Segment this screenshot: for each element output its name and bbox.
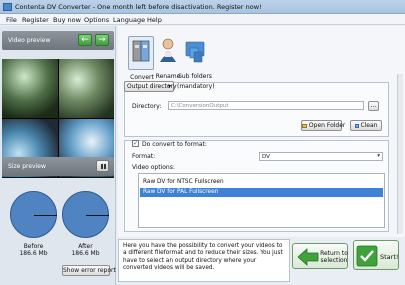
before-size-pie — [10, 191, 57, 238]
format-select[interactable]: DV ▾ — [259, 152, 383, 161]
pie-hand — [86, 215, 109, 216]
folder-icon — [302, 123, 307, 128]
size-preview-label: Size preview — [8, 163, 46, 170]
arrow-right-icon: → — [98, 35, 106, 45]
menu-help[interactable]: Help — [147, 16, 162, 24]
menu-language[interactable]: Language — [113, 16, 145, 24]
title-bar: Contenta DV Converter - One month left b… — [0, 0, 405, 14]
pause-button[interactable] — [96, 160, 109, 172]
video-frame — [58, 59, 114, 118]
convert-format-label: Do convert to format: — [142, 141, 207, 148]
video-preview-header: Video preview ← → — [2, 31, 114, 50]
clean-icon — [354, 123, 359, 128]
before-label: Before — [23, 243, 44, 250]
format-label: Format: — [132, 153, 156, 160]
subfolders-tool-button[interactable]: Sub folders — [178, 36, 212, 80]
convert-tool-button[interactable]: Convert — [128, 36, 154, 81]
vertical-scrollbar[interactable] — [397, 74, 403, 234]
menu-options[interactable]: Options — [84, 16, 109, 24]
open-folder-label: Open Folder — [308, 122, 346, 129]
directory-label: Directory: — [132, 103, 162, 110]
before-value: 186.6 Mb — [19, 250, 48, 257]
video-frame — [2, 59, 58, 118]
list-item[interactable]: Raw DV for PAL Fullscreen — [140, 188, 383, 197]
rename-icon — [160, 38, 176, 62]
window-title: Contenta DV Converter - One month left b… — [15, 3, 262, 11]
subfolders-tool-label: Sub folders — [178, 73, 212, 80]
start-button[interactable]: Start! — [353, 240, 399, 270]
prev-arrow-button[interactable]: ← — [78, 34, 92, 46]
convert-icon — [132, 40, 150, 62]
left-panel: Video preview ← → Size preview Before 18… — [0, 26, 116, 285]
after-size-pie — [62, 191, 109, 238]
subfolders-icon — [185, 41, 205, 63]
size-preview-header: Size preview — [2, 157, 114, 176]
format-select-value: DV — [262, 154, 270, 160]
video-options-label: Video options: — [132, 164, 175, 171]
return-label: Return to selection — [320, 250, 348, 264]
show-error-report-button[interactable]: Show error report — [62, 265, 116, 276]
checkmark-icon — [356, 245, 378, 267]
clean-label: Clean — [360, 122, 378, 129]
after-label: After — [78, 243, 93, 250]
next-arrow-button[interactable]: → — [95, 34, 109, 46]
main-panel: Convert Rename Sub folders Output direct… — [118, 26, 405, 237]
chevron-down-icon: ▾ — [167, 83, 171, 90]
pie-hand — [34, 215, 57, 216]
video-options-list: Raw DV for NTSC Fullscreen Raw DV for PA… — [138, 173, 385, 228]
menu-file[interactable]: File — [6, 16, 17, 24]
menu-bar: File Register Buy now Options Language H… — [0, 14, 405, 25]
menu-register[interactable]: Register — [22, 16, 49, 24]
info-text: Here you have the possibility to convert… — [118, 239, 290, 282]
video-preview-label: Video preview — [8, 37, 51, 44]
return-to-selection-button[interactable]: Return to selection — [292, 243, 348, 269]
open-folder-button[interactable]: Open Folder — [301, 120, 346, 131]
app-icon — [3, 3, 12, 11]
output-directory-dropdown[interactable]: Output directory ▾ — [124, 81, 177, 92]
rename-tool-button[interactable]: Rename — [155, 36, 181, 80]
menu-buy-now[interactable]: Buy now — [53, 16, 81, 24]
clean-button[interactable]: Clean — [350, 120, 382, 131]
start-label: Start! — [380, 253, 399, 261]
convert-format-checkbox[interactable]: ✓ — [132, 140, 139, 147]
browse-button[interactable]: ... — [368, 101, 379, 111]
mandatory-note: (mandatory) — [177, 83, 215, 90]
directory-input[interactable]: C:\ConversionOutput — [168, 101, 364, 110]
arrow-left-icon — [297, 248, 319, 266]
chevron-down-icon: ▾ — [377, 153, 380, 159]
after-value: 186.6 Mb — [71, 250, 100, 257]
arrow-left-icon: ← — [81, 35, 89, 45]
bottom-bar: Here you have the possibility to convert… — [118, 237, 405, 285]
list-item[interactable]: Raw DV for NTSC Fullscreen — [140, 178, 383, 187]
